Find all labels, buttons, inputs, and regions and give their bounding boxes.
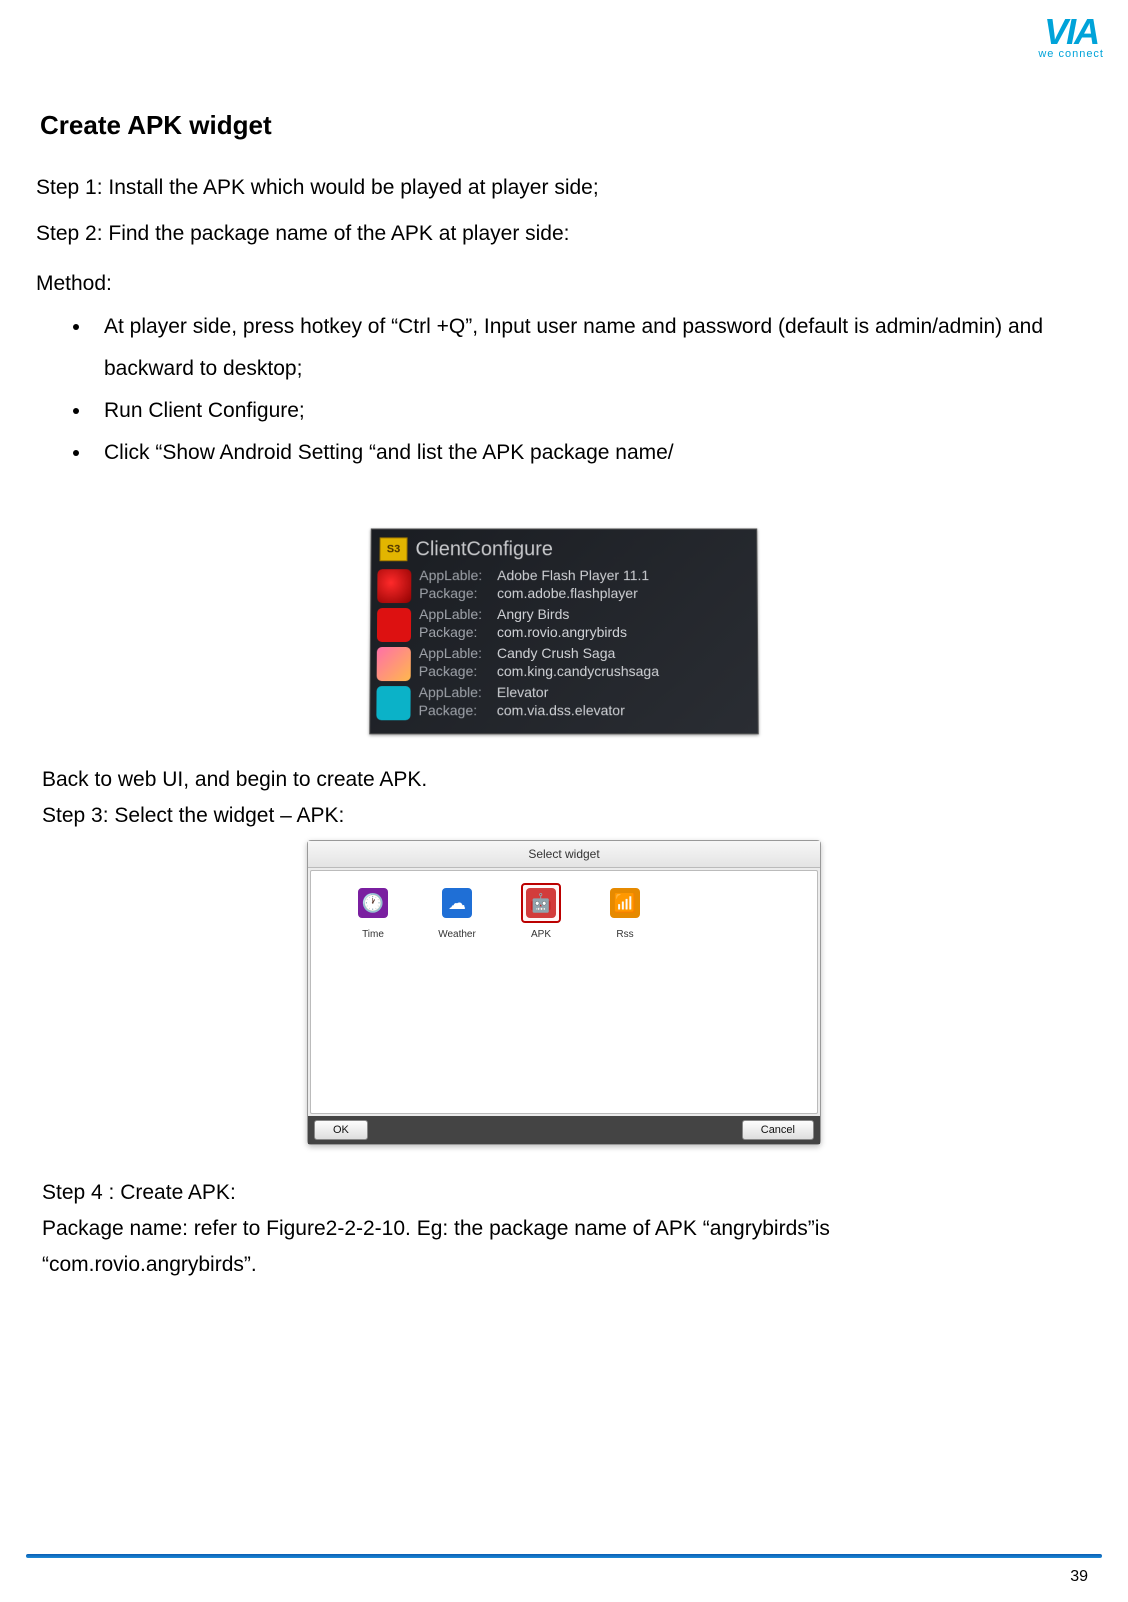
- brand-logo: VIA we connect: [1038, 14, 1104, 60]
- footer-divider: [26, 1554, 1102, 1558]
- clientconfigure-titlebar: S3 ClientConfigure: [377, 536, 746, 568]
- back-to-webui-text: Back to web UI, and begin to create APK.: [42, 768, 1092, 792]
- app-row: AppLable: Adobe Flash Player 11.1 Package…: [377, 567, 747, 606]
- bullet-item: Run Client Configure;: [92, 390, 1092, 432]
- package-key: Package:: [419, 624, 491, 641]
- step-3-text: Step 3: Select the widget – APK:: [42, 804, 1092, 828]
- flash-app-icon: [377, 569, 411, 603]
- method-bullet-list: At player side, press hotkey of “Ctrl +Q…: [36, 306, 1092, 474]
- package-value: com.via.dss.elevator: [497, 702, 625, 720]
- widget-label: Time: [362, 929, 384, 940]
- clientconfigure-title: ClientConfigure: [415, 538, 552, 561]
- elevator-app-icon: [376, 686, 410, 720]
- app-label-value: Elevator: [497, 684, 549, 702]
- package-value: com.rovio.angrybirds: [497, 624, 627, 641]
- app-label-value: Adobe Flash Player 11.1: [497, 567, 649, 584]
- section-heading: Create APK widget: [40, 110, 1092, 141]
- dialog-footer: OK Cancel: [308, 1116, 820, 1144]
- cancel-button[interactable]: Cancel: [742, 1120, 814, 1140]
- widget-option-weather[interactable]: ☁ Weather: [429, 883, 485, 940]
- package-value: com.adobe.flashplayer: [497, 585, 638, 602]
- app-row: AppLable: Angry Birds Package: com.rovio.a…: [377, 606, 747, 645]
- app-row: AppLable: Elevator Package: com.via.dss.el…: [376, 684, 747, 723]
- figure-select-widget: Select widget 🕐 Time ☁ Weather 🤖: [36, 840, 1092, 1145]
- dialog-title: Select widget: [308, 841, 820, 868]
- app-row: AppLable: Candy Crush Saga Package: com.ki…: [377, 645, 748, 684]
- candycrush-app-icon: [377, 647, 411, 681]
- app-label-key: AppLable:: [419, 606, 491, 623]
- widget-label: Weather: [438, 929, 476, 940]
- page-content: Create APK widget Step 1: Install the AP…: [36, 110, 1092, 1277]
- package-key: Package:: [419, 702, 491, 720]
- android-icon: 🤖: [526, 888, 556, 918]
- package-value: com.king.candycrushsaga: [497, 663, 659, 681]
- widget-option-rss[interactable]: 📶 Rss: [597, 883, 653, 940]
- step-4-block: Step 4 : Create APK: Package name: refer…: [42, 1181, 1092, 1277]
- app-label-value: Candy Crush Saga: [497, 645, 615, 663]
- document-page: VIA we connect Create APK widget Step 1:…: [0, 0, 1128, 1602]
- step-4-line-2: “com.rovio.angrybirds”.: [42, 1253, 1092, 1277]
- app-label-key: AppLable:: [419, 684, 491, 702]
- step-2-text: Step 2: Find the package name of the APK…: [36, 217, 1092, 251]
- step-4-line-1: Package name: refer to Figure2-2-2-10. E…: [42, 1217, 1092, 1241]
- widget-option-time[interactable]: 🕐 Time: [345, 883, 401, 940]
- app-label-key: AppLable:: [419, 645, 491, 663]
- select-widget-dialog: Select widget 🕐 Time ☁ Weather 🤖: [307, 840, 821, 1145]
- angrybirds-app-icon: [377, 608, 411, 642]
- widget-option-apk[interactable]: 🤖 APK: [513, 883, 569, 940]
- widget-label: Rss: [616, 929, 633, 940]
- dialog-body: 🕐 Time ☁ Weather 🤖 APK 📶: [310, 870, 818, 1114]
- page-number: 39: [1070, 1568, 1088, 1586]
- app-label-value: Angry Birds: [497, 606, 569, 623]
- bullet-item: At player side, press hotkey of “Ctrl +Q…: [92, 306, 1092, 390]
- step-1-text: Step 1: Install the APK which would be p…: [36, 171, 1092, 205]
- post-figure-text: Back to web UI, and begin to create APK.…: [42, 768, 1092, 828]
- package-key: Package:: [419, 585, 491, 602]
- rss-icon: 📶: [610, 888, 640, 918]
- package-key: Package:: [419, 663, 491, 681]
- s3-badge-icon: S3: [380, 538, 408, 562]
- logo-text: VIA: [1038, 14, 1104, 50]
- ok-button[interactable]: OK: [314, 1120, 368, 1140]
- widget-list: 🕐 Time ☁ Weather 🤖 APK 📶: [311, 883, 817, 940]
- app-label-key: AppLable:: [419, 567, 491, 584]
- bullet-item: Click “Show Android Setting “and list th…: [92, 432, 1092, 474]
- clientconfigure-window: S3 ClientConfigure AppLable: Adobe Flash …: [369, 529, 759, 735]
- method-label: Method:: [36, 272, 1092, 296]
- clock-icon: 🕐: [358, 888, 388, 918]
- logo-tagline: we connect: [1038, 48, 1104, 60]
- figure-clientconfigure: S3 ClientConfigure AppLable: Adobe Flash …: [36, 528, 1092, 734]
- widget-label: APK: [531, 929, 551, 940]
- weather-icon: ☁: [442, 888, 472, 918]
- step-4-heading: Step 4 : Create APK:: [42, 1181, 1092, 1205]
